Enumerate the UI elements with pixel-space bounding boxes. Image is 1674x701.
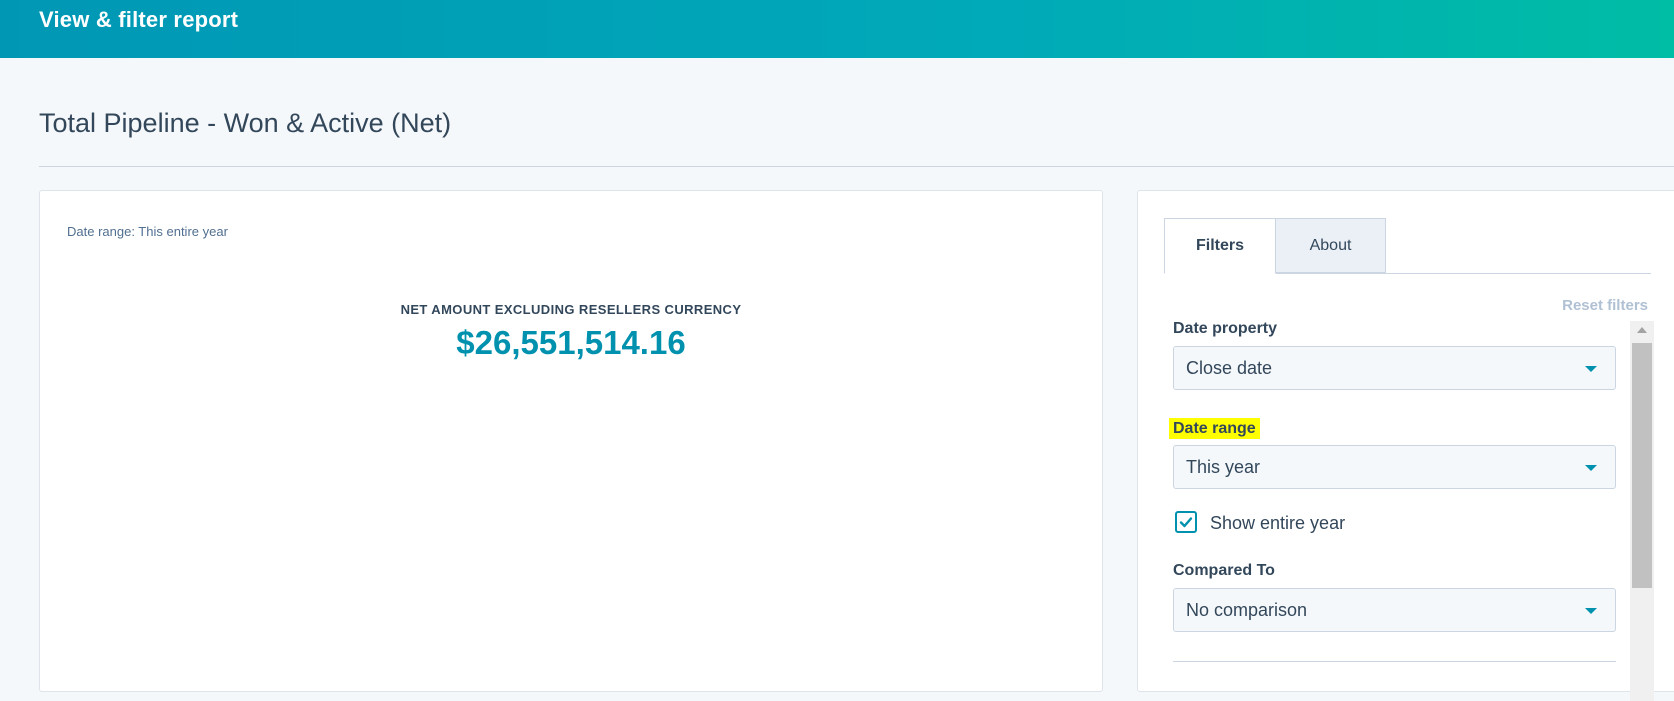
show-entire-year-checkbox[interactable]	[1175, 511, 1197, 533]
caret-down-icon	[1585, 608, 1597, 614]
date-range-label: Date range	[1169, 418, 1260, 439]
top-header-bar: View & filter report	[0, 0, 1674, 58]
metric-label: NET AMOUNT EXCLUDING RESELLERS CURRENCY	[400, 302, 742, 317]
report-title: Total Pipeline - Won & Active (Net)	[39, 108, 452, 138]
date-property-label: Date property	[1173, 320, 1278, 337]
section-divider	[1173, 661, 1616, 662]
metric-value: $26,551,514.16	[456, 324, 686, 361]
tab-about[interactable]: About	[1276, 218, 1386, 273]
title-divider	[39, 166, 1674, 167]
panel-tabs: Filters About	[1164, 218, 1651, 274]
compared-to-value: No comparison	[1186, 600, 1308, 620]
report-visualization-card: Date range: This entire year NET AMOUNT …	[39, 190, 1103, 692]
compared-to-dropdown[interactable]: No comparison	[1173, 588, 1616, 632]
scroll-up-arrow-icon[interactable]	[1637, 327, 1647, 333]
show-entire-year-label[interactable]: Show entire year	[1210, 513, 1345, 534]
checkmark-icon	[1179, 517, 1193, 528]
filters-panel: Filters About Reset filters Date propert…	[1137, 190, 1674, 701]
header-title: View & filter report	[39, 7, 239, 32]
date-range-note: Date range: This entire year	[67, 224, 228, 239]
date-range-label-text: Date range	[1169, 418, 1260, 439]
date-range-value: This year	[1186, 457, 1261, 477]
scrollbar-thumb[interactable]	[1632, 343, 1652, 588]
date-range-dropdown[interactable]: This year	[1173, 445, 1616, 489]
filters-scrollbar[interactable]	[1630, 321, 1654, 701]
tab-filters[interactable]: Filters	[1164, 218, 1276, 274]
caret-down-icon	[1585, 465, 1597, 471]
date-property-dropdown[interactable]: Close date	[1173, 346, 1616, 390]
date-property-value: Close date	[1186, 358, 1273, 378]
caret-down-icon	[1585, 366, 1597, 372]
reset-filters-link[interactable]: Reset filters	[1562, 297, 1648, 314]
compared-to-label: Compared To	[1173, 562, 1275, 579]
